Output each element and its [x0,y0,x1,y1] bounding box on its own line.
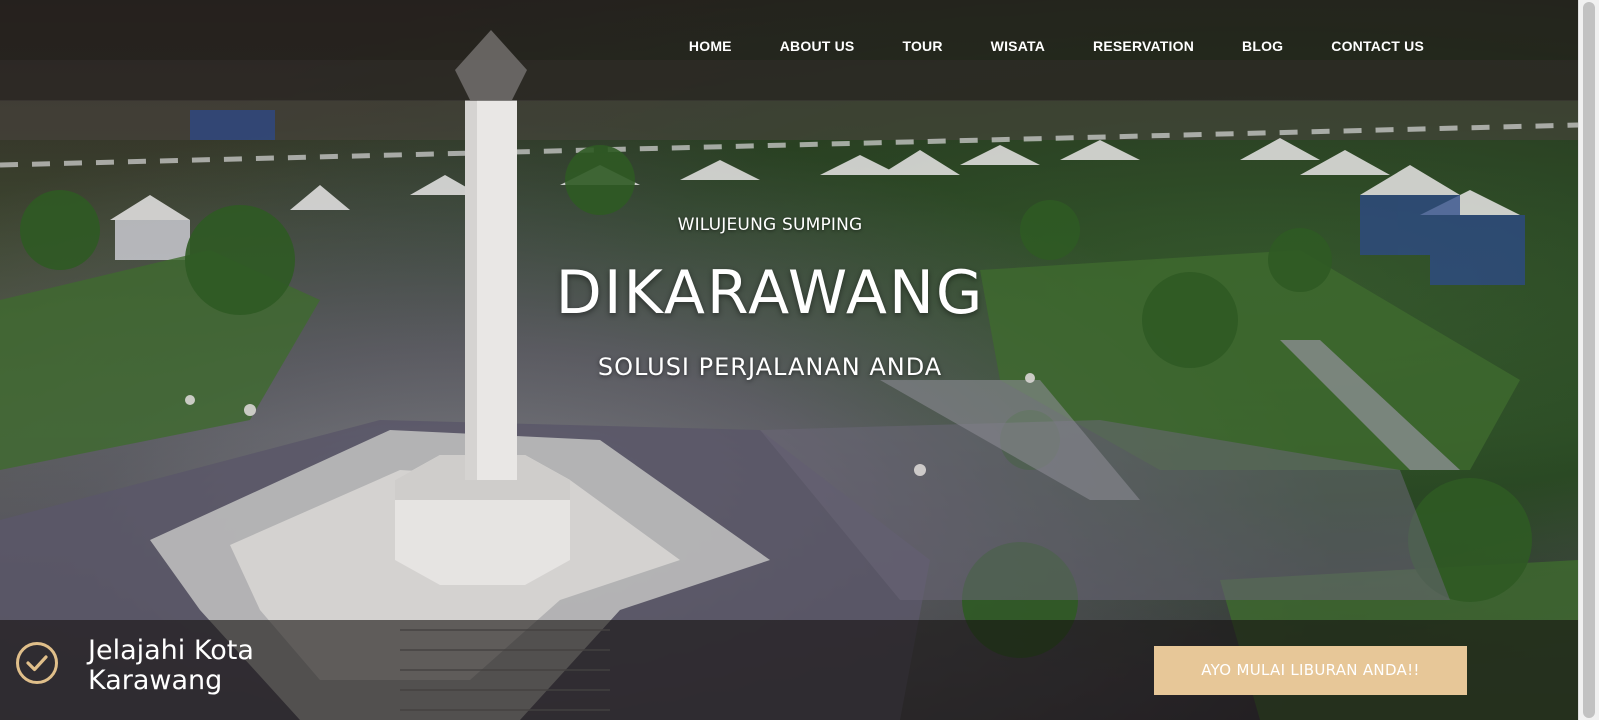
nav-reservation[interactable]: RESERVATION [1069,38,1218,54]
hero-tagline: SOLUSI PERJALANAN ANDA [597,353,943,381]
top-navigation-bar: HOME ABOUT US TOUR WISATA RESERVATION BL… [0,0,1578,101]
hero-title: DIKARAWANG [555,258,985,328]
nav-blog[interactable]: BLOG [1218,38,1307,54]
check-circle-icon [16,642,58,684]
scrollbar-thumb[interactable] [1583,2,1595,718]
bottom-banner: Jelajahi Kota Karawang AYO MULAI LIBURAN… [0,620,1578,720]
vertical-scrollbar[interactable] [1578,0,1599,720]
nav-tour[interactable]: TOUR [878,38,966,54]
start-vacation-button[interactable]: AYO MULAI LIBURAN ANDA!! [1154,646,1467,695]
main-nav: HOME ABOUT US TOUR WISATA RESERVATION BL… [665,38,1448,54]
nav-about-us[interactable]: ABOUT US [756,38,879,54]
nav-contact-us[interactable]: CONTACT US [1307,38,1448,54]
bottom-heading: Jelajahi Kota Karawang [88,635,254,696]
page-viewport: HOME ABOUT US TOUR WISATA RESERVATION BL… [0,0,1578,720]
nav-home[interactable]: HOME [665,38,756,54]
nav-wisata[interactable]: WISATA [967,38,1069,54]
hero-greeting: WILUJEUNG SUMPING [677,215,863,235]
